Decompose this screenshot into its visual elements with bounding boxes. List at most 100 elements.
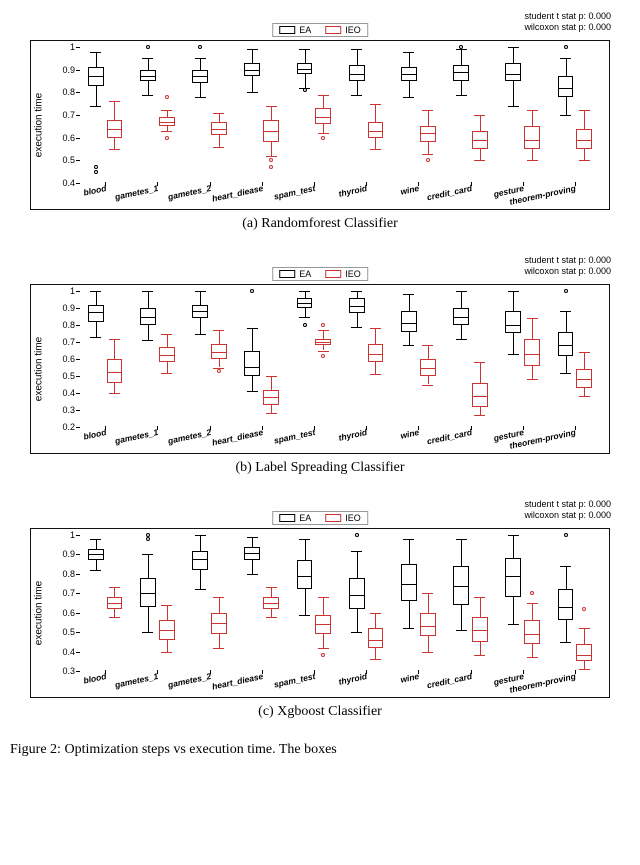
outlier-icon [321, 136, 325, 140]
box-median [525, 140, 539, 141]
box-cap [318, 330, 329, 331]
x-tick-label: heart_diease [211, 427, 264, 448]
box-cap [527, 160, 538, 161]
box [107, 120, 123, 138]
x-tick-label: spam_test [273, 183, 316, 202]
box-median [298, 69, 312, 70]
legend: EA IEO [272, 267, 368, 281]
box [524, 339, 540, 366]
box-cap [403, 345, 414, 346]
legend-label: IEO [345, 269, 361, 279]
box-cap [318, 597, 329, 598]
box [453, 566, 469, 605]
box-cap [508, 106, 519, 107]
box-cap [299, 615, 310, 616]
box-cap [579, 352, 590, 353]
box [159, 347, 175, 362]
box-median [525, 634, 539, 635]
box [107, 359, 123, 383]
stat-line: wilcoxon stat p: 0.000 [524, 510, 611, 521]
y-tick: 0.6 [62, 608, 75, 618]
box-cap [527, 603, 538, 604]
box-cap [474, 655, 485, 656]
y-tick: 0.7 [62, 337, 75, 347]
box-cap [266, 156, 277, 157]
x-tick-label: thyroid [338, 183, 368, 199]
box-cap [213, 147, 224, 148]
box-cap [195, 291, 206, 292]
box-cap [456, 630, 467, 631]
box-median [212, 129, 226, 130]
stat-line: wilcoxon stat p: 0.000 [524, 22, 611, 33]
box-cap [527, 379, 538, 380]
box [576, 369, 592, 388]
box-cap [90, 52, 101, 53]
plot-area [79, 47, 601, 183]
box-median [473, 396, 487, 397]
box-median [402, 584, 416, 585]
box [472, 617, 488, 642]
box [211, 122, 227, 136]
box [524, 126, 540, 149]
box-cap [195, 58, 206, 59]
y-axis: 0.40.50.60.70.80.91 [31, 47, 79, 183]
box-median [108, 129, 122, 130]
box-median [473, 140, 487, 141]
box-median [160, 355, 174, 356]
box-cap [109, 617, 120, 618]
box-cap [456, 291, 467, 292]
box-cap [299, 49, 310, 50]
box-cap [90, 539, 101, 540]
box [297, 560, 313, 589]
box-median [212, 352, 226, 353]
figure-caption-text: Optimization steps vs execution time. Th… [64, 742, 336, 757]
box [211, 344, 227, 359]
box [297, 63, 313, 74]
box-cap [142, 58, 153, 59]
box-median [559, 345, 573, 346]
box-cap [456, 539, 467, 540]
box [159, 620, 175, 639]
box-median [141, 317, 155, 318]
outlier-icon [165, 95, 169, 99]
box [88, 549, 104, 561]
box [349, 298, 365, 313]
x-tick-label: spam_test [273, 427, 316, 446]
chart-frame: student t stat p: 0.000wilcoxon stat p: … [30, 40, 610, 210]
y-tick: 0.6 [62, 354, 75, 364]
x-tick-label: thyroid [338, 671, 368, 687]
x-tick-label: wine [400, 183, 421, 197]
box [453, 65, 469, 81]
box-cap [527, 657, 538, 658]
box-median [454, 586, 468, 587]
box-median [350, 595, 364, 596]
box-median [298, 576, 312, 577]
box-cap [527, 110, 538, 111]
box-cap [403, 294, 414, 295]
box-cap [351, 291, 362, 292]
legend-label: EA [299, 269, 311, 279]
box [244, 351, 260, 377]
y-tick: 0.9 [62, 65, 75, 75]
box-cap [213, 597, 224, 598]
box [505, 63, 521, 81]
stat-line: student t stat p: 0.000 [524, 11, 611, 22]
x-tick-label: spam_test [273, 671, 316, 690]
box [472, 131, 488, 149]
box-cap [247, 537, 258, 538]
box-median [108, 603, 122, 604]
box-cap [195, 334, 206, 335]
y-tick: 0.5 [62, 155, 75, 165]
legend-swatch-icon [325, 26, 341, 34]
outlier-icon [564, 533, 568, 537]
box-cap [370, 328, 381, 329]
box-cap [508, 535, 519, 536]
y-axis: 0.20.30.40.50.60.70.80.91 [31, 291, 79, 427]
legend-label: EA [299, 513, 311, 523]
box-cap [370, 104, 381, 105]
chart-panel: student t stat p: 0.000wilcoxon stat p: … [10, 498, 630, 720]
y-tick: 1 [70, 530, 75, 540]
box-cap [161, 110, 172, 111]
box-median [506, 325, 520, 326]
x-tick-label: gametes_2 [167, 671, 212, 690]
